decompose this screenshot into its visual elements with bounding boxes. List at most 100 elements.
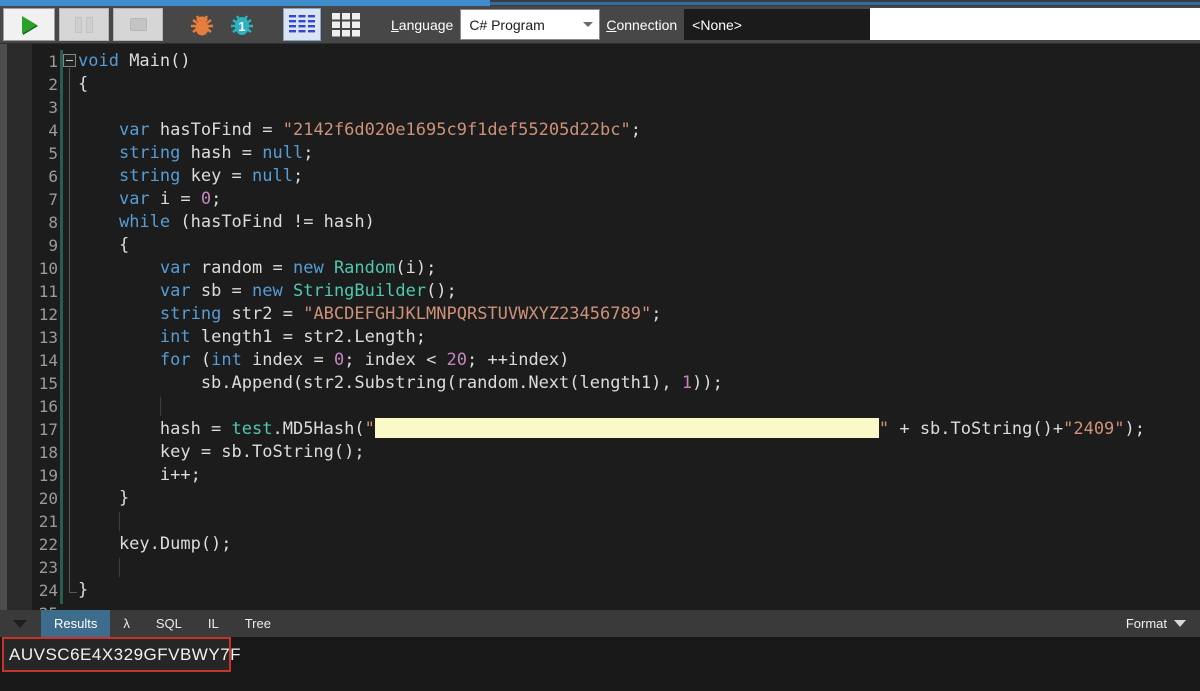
debug-button[interactable]	[185, 8, 219, 42]
tab-il[interactable]: IL	[195, 610, 232, 637]
language-select[interactable]: C# Program	[460, 9, 600, 40]
code-token: test	[232, 419, 273, 439]
tab-results[interactable]: Results	[41, 610, 110, 637]
rich-text-results-button[interactable]	[283, 8, 321, 41]
line-number: 20	[0, 487, 58, 510]
code-line: 15 sb.Append(str2.Substring(random.Next(…	[0, 372, 1200, 395]
code-token: void	[78, 51, 119, 71]
code-token: ));	[692, 373, 723, 393]
code-token: string	[160, 304, 221, 324]
svg-text:1: 1	[238, 19, 245, 34]
indent-guide	[160, 397, 161, 416]
debug-bug-icon	[187, 10, 217, 40]
code-line: 24}	[0, 579, 1200, 602]
run-button[interactable]	[3, 8, 55, 41]
result-annotation-box: AUVSC6E4X329GFVBWY7F	[2, 637, 231, 672]
code-token: int	[211, 350, 242, 370]
code-token: var	[160, 258, 191, 278]
dock-toggle-icon[interactable]	[13, 620, 27, 628]
format-label: Format	[1126, 616, 1167, 631]
connection-select[interactable]: <None>	[684, 9, 870, 40]
code-token	[283, 281, 293, 301]
line-number: 25	[0, 602, 58, 610]
code-editor[interactable]: 1void Main()2{34 var hasToFind = "2142f6…	[0, 44, 1200, 610]
results-pane: AUVSC6E4X329GFVBWY7F	[0, 637, 1200, 691]
language-value: C# Program	[469, 17, 583, 33]
rich-text-results-icon	[289, 14, 315, 36]
code-token: null	[252, 166, 293, 186]
line-number: 16	[0, 395, 58, 418]
code-token: for	[160, 350, 191, 370]
code-token: key.Dump();	[78, 534, 232, 554]
code-line: 12 string str2 = "ABCDEFGHJKLMNPQRSTUVWX…	[0, 303, 1200, 326]
code-line: 19 i++;	[0, 464, 1200, 487]
line-number: 19	[0, 464, 58, 487]
line-number: 12	[0, 303, 58, 326]
code-line: 23	[0, 556, 1200, 579]
code-token: ;	[211, 189, 221, 209]
code-token: (i);	[395, 258, 436, 278]
code-token: random =	[191, 258, 293, 278]
code-token	[324, 258, 334, 278]
run-icon	[22, 16, 37, 34]
code-token: StringBuilder	[293, 281, 426, 301]
code-token: );	[1125, 419, 1145, 439]
redaction-highlight	[375, 418, 879, 438]
code-token: ;	[303, 143, 313, 163]
code-token: i++;	[78, 465, 201, 485]
pause-icon	[75, 17, 93, 33]
debug-step-button[interactable]: 1	[225, 8, 259, 42]
code-line: 5 string hash = null;	[0, 142, 1200, 165]
grid-results-button[interactable]	[327, 8, 365, 41]
stop-icon	[130, 18, 147, 31]
code-token: "2409"	[1063, 419, 1124, 439]
code-lines: 1void Main()2{34 var hasToFind = "2142f6…	[0, 50, 1200, 610]
indent-guide	[119, 558, 120, 577]
code-token: var	[119, 189, 150, 209]
result-value: AUVSC6E4X329GFVBWY7F	[4, 645, 241, 665]
line-number: 8	[0, 211, 58, 234]
code-token: {	[78, 235, 129, 255]
code-token: sb.Append(str2.Substring(random.Next(len…	[78, 373, 682, 393]
tab-tree[interactable]: Tree	[232, 610, 284, 637]
line-number: 14	[0, 349, 58, 372]
code-token: var	[119, 120, 150, 140]
line-number: 22	[0, 533, 58, 556]
code-line: 1void Main()	[0, 50, 1200, 73]
code-token: }	[78, 488, 129, 508]
code-token: "2142f6d020e1695c9f1def55205d22bc"	[283, 120, 631, 140]
code-token: index =	[242, 350, 334, 370]
code-token: str2 =	[221, 304, 303, 324]
code-line: 8 while (hasToFind != hash)	[0, 211, 1200, 234]
code-line: 7 var i = 0;	[0, 188, 1200, 211]
code-token	[78, 166, 119, 186]
format-chevron-icon	[1174, 620, 1186, 627]
code-token: while	[119, 212, 170, 232]
connection-blank-area	[870, 8, 1200, 40]
connection-label: Connection	[606, 17, 677, 33]
tab--[interactable]: λ	[110, 610, 143, 637]
code-line: 2{	[0, 73, 1200, 96]
code-line: 9 {	[0, 234, 1200, 257]
code-token: new	[293, 258, 324, 278]
code-token: sb =	[191, 281, 252, 301]
code-token: key = sb.ToString();	[78, 442, 365, 462]
code-line: 17 hash = test.MD5Hash("" + sb.ToString(…	[0, 418, 1200, 441]
code-token: "	[365, 419, 375, 439]
code-token: new	[252, 281, 283, 301]
code-line: 21	[0, 510, 1200, 533]
line-number: 24	[0, 579, 58, 602]
code-line: 20 }	[0, 487, 1200, 510]
code-token: hash =	[180, 143, 262, 163]
code-token	[78, 120, 119, 140]
stop-button[interactable]	[113, 8, 163, 41]
toolbar: 1 Language C# Program Conn	[0, 6, 1200, 44]
code-token: "ABCDEFGHJKLMNPQRSTUVWXYZ23456789"	[303, 304, 651, 324]
code-token: (hasToFind != hash)	[170, 212, 375, 232]
code-line: 10 var random = new Random(i);	[0, 257, 1200, 280]
results-tabbar: ResultsλSQLILTree Format	[0, 610, 1200, 637]
connection-value: <None>	[692, 17, 742, 33]
tab-sql[interactable]: SQL	[143, 610, 195, 637]
format-dropdown[interactable]: Format	[1126, 616, 1200, 631]
pause-button[interactable]	[59, 8, 109, 41]
